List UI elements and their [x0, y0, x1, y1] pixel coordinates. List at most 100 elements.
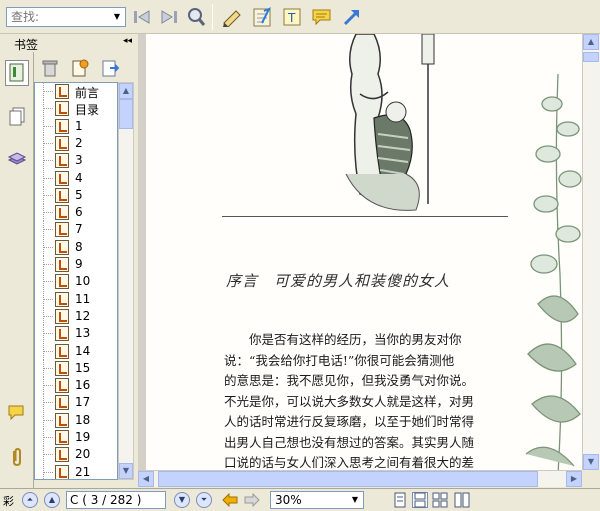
- continuous-page-button[interactable]: [412, 492, 428, 508]
- zoom-dropdown-arrow-icon[interactable]: ▼: [348, 493, 362, 507]
- bookmark-icon: [55, 205, 69, 221]
- bookmark-label: 1: [75, 118, 83, 133]
- next-result-button[interactable]: [157, 5, 181, 29]
- bookmark-tree: 前言 目录 1 2 3 4 5 6 7 8 9 10 11 12 13 14 15 16 17 18 19 20 21: [34, 82, 118, 480]
- bookmark-item[interactable]: 目录: [35, 100, 117, 118]
- bookmark-item[interactable]: 6: [35, 204, 117, 222]
- scroll-right-icon[interactable]: ▶: [566, 471, 582, 487]
- bookmark-item[interactable]: 2: [35, 134, 117, 152]
- bookmark-scrollbar[interactable]: ▲ ▼: [118, 82, 134, 480]
- comments-icon: [8, 405, 24, 421]
- bookmark-item[interactable]: 1: [35, 117, 117, 135]
- bookmark-item[interactable]: 17: [35, 394, 117, 412]
- collapse-panel-icon[interactable]: ◂◂: [123, 36, 132, 46]
- comment-button[interactable]: [310, 5, 334, 29]
- search-field[interactable]: ▼: [6, 7, 126, 27]
- scroll-down-icon[interactable]: ▼: [583, 454, 599, 470]
- bookmark-icon: [55, 326, 69, 342]
- speech-bubble-icon: [312, 9, 331, 26]
- bookmark-icon: [55, 360, 69, 376]
- text-line: 说：“我会给你打电话!”你很可能会猜测他: [224, 352, 455, 368]
- next-page-button[interactable]: ▼: [174, 492, 190, 508]
- tab-pages[interactable]: [5, 104, 29, 130]
- bookmark-item[interactable]: 19: [35, 429, 117, 446]
- bookmark-icon: [55, 170, 69, 186]
- notepad-icon: [253, 7, 272, 27]
- sidebar-tab-strip: [0, 34, 34, 488]
- couple-illustration: [345, 34, 435, 211]
- bookmark-panel-header: 书签 ◂◂: [0, 34, 136, 52]
- tab-bookmarks[interactable]: [5, 60, 29, 86]
- bookmark-item[interactable]: 16: [35, 377, 117, 395]
- forward-button[interactable]: [244, 492, 260, 508]
- continuous-facing-button[interactable]: [454, 492, 470, 508]
- bookmark-item[interactable]: 13: [35, 325, 117, 343]
- bookmark-item[interactable]: 4: [35, 169, 117, 187]
- scroll-down-icon[interactable]: ▼: [119, 463, 133, 479]
- bookmark-toolbar: [34, 54, 136, 82]
- back-button[interactable]: [222, 492, 238, 508]
- pages-icon: [9, 107, 25, 126]
- bookmark-item[interactable]: 14: [35, 342, 117, 360]
- search-input[interactable]: [7, 8, 111, 26]
- bookmark-item[interactable]: 8: [35, 238, 117, 256]
- bookmark-label: 7: [75, 222, 83, 237]
- bookmark-item[interactable]: 15: [35, 359, 117, 377]
- bookmark-item[interactable]: 前言: [35, 83, 117, 100]
- bookmark-label: 14: [75, 343, 91, 358]
- bookmark-arrow-icon: [102, 60, 119, 77]
- tab-comments[interactable]: [5, 400, 29, 426]
- zoom-select[interactable]: 30% ▼: [270, 491, 364, 509]
- bookmark-icon: [55, 274, 69, 290]
- previous-result-button[interactable]: [130, 5, 154, 29]
- bookmark-icon: [55, 187, 69, 203]
- document-view[interactable]: 序言 可爱的男人和装傻的女人 你是否有这样的经历，当你的男友对你 说：“我会给你打…: [138, 34, 582, 470]
- bookmark-item[interactable]: 12: [35, 307, 117, 325]
- bookmark-label: 5: [75, 187, 83, 202]
- bookmark-item[interactable]: 3: [35, 152, 117, 170]
- scroll-up-icon[interactable]: ▲: [583, 34, 599, 50]
- bookmark-options-button[interactable]: [100, 58, 120, 78]
- new-bookmark-button[interactable]: [70, 58, 90, 78]
- tab-layers[interactable]: [5, 146, 29, 172]
- bookmark-item[interactable]: 9: [35, 256, 117, 273]
- first-page-button[interactable]: ⏶: [22, 492, 38, 508]
- bookmark-item[interactable]: 5: [35, 186, 117, 204]
- text-line: 不光是你，可以说大多数女人就是这样，对男: [224, 393, 475, 409]
- delete-bookmark-button[interactable]: [40, 58, 60, 78]
- skip-forward-icon: [161, 10, 177, 24]
- document-horizontal-scrollbar[interactable]: ◀ ▶: [138, 470, 582, 487]
- bookmark-scroll-thumb[interactable]: [119, 99, 133, 129]
- highlighter-button[interactable]: [220, 5, 244, 29]
- scroll-up-icon[interactable]: ▲: [119, 83, 133, 99]
- bookmark-item[interactable]: 20: [35, 446, 117, 464]
- bookmark-item[interactable]: 21: [35, 463, 117, 479]
- document-scroll-thumb[interactable]: [583, 52, 599, 62]
- continuous-facing-icon: [454, 492, 470, 508]
- document-vertical-scrollbar[interactable]: ▲ ▼: [582, 34, 600, 470]
- tab-attachments[interactable]: [5, 444, 29, 470]
- bookmark-icon: [55, 257, 69, 272]
- last-page-button[interactable]: ⏷: [196, 492, 212, 508]
- search-dropdown-arrow-icon[interactable]: ▼: [110, 9, 124, 25]
- arrow-up-right-icon: [343, 10, 359, 26]
- search-zoom-button[interactable]: [184, 5, 208, 29]
- bookmark-item[interactable]: 10: [35, 273, 117, 291]
- page-number-field[interactable]: C ( 3 / 282 ): [66, 491, 166, 509]
- previous-page-button[interactable]: ▲: [44, 492, 60, 508]
- scroll-left-icon[interactable]: ◀: [138, 471, 154, 487]
- horizontal-scroll-thumb[interactable]: [158, 471, 538, 487]
- bookmark-icon: [55, 308, 69, 324]
- toolbar: ▼ T: [0, 0, 600, 34]
- bookmark-icon: [55, 464, 69, 479]
- bookmark-icon: [55, 84, 69, 99]
- bookmark-item[interactable]: 7: [35, 221, 117, 239]
- bookmark-item[interactable]: 18: [35, 411, 117, 429]
- arrow-tool-button[interactable]: [340, 5, 364, 29]
- bookmark-label: 2: [75, 135, 83, 150]
- bookmark-item[interactable]: 11: [35, 290, 117, 308]
- single-page-button[interactable]: [392, 492, 408, 508]
- notepad-button[interactable]: [250, 5, 274, 29]
- text-tool-button[interactable]: T: [280, 5, 304, 29]
- facing-pages-button[interactable]: [432, 492, 448, 508]
